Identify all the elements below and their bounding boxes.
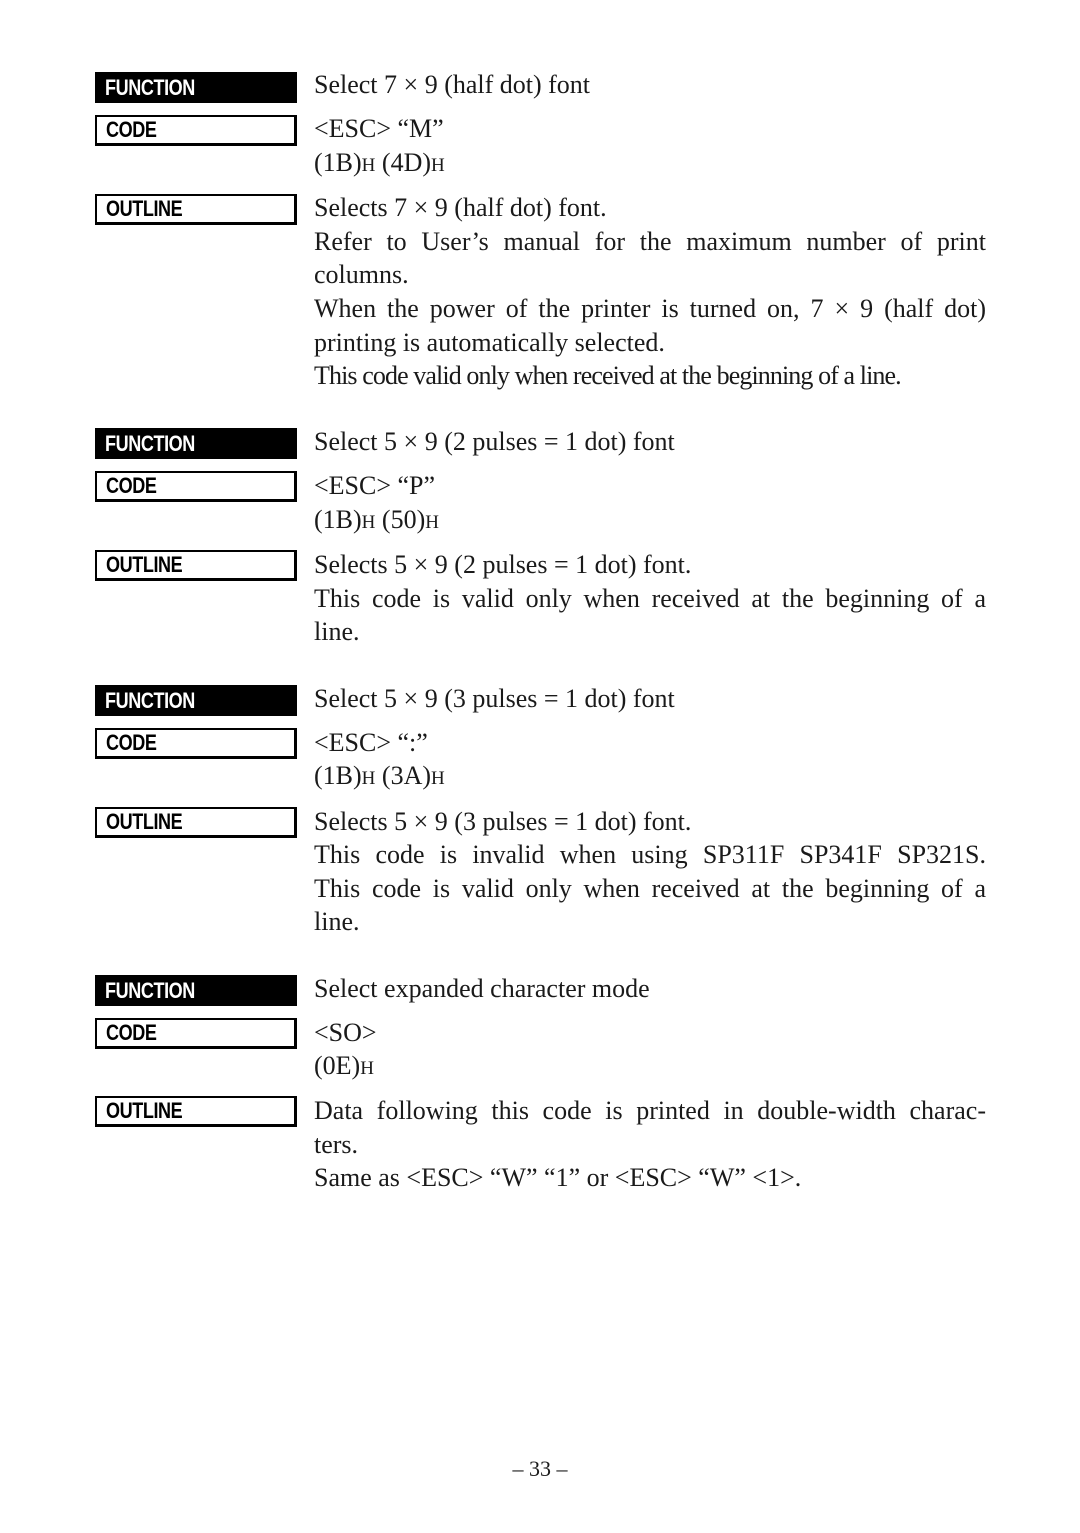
function-label: FUNCTION [95,428,297,459]
code-label: CODE [95,471,297,502]
code-value: <SO> [314,1018,377,1047]
code-label: CODE [95,728,297,759]
outline-line: printing is automatically selected. [314,328,665,357]
outline-line: Same as <ESC> “W” “1” or <ESC> “W” <1>. [314,1163,802,1192]
function-label: FUNCTION [95,975,297,1006]
outline-line: Selects 5 × 9 (3 pulses = 1 dot) font. [314,807,692,836]
function-description: Select 7 × 9 (half dot) font [314,70,591,99]
outline-label: OUTLINE [95,550,297,581]
outline-label: OUTLINE [95,807,297,838]
code-label: CODE [95,1018,297,1049]
outline-line: Selects 5 × 9 (2 pulses = 1 dot) font. [314,550,692,579]
code-label: CODE [95,115,297,146]
code-value: <ESC> “:” [314,728,428,757]
hex-value: (0E)H [314,1051,374,1080]
outline-line: columns. [314,260,409,289]
outline-line: Data following this code is printed in d… [314,1096,986,1125]
outline-label: OUTLINE [95,1096,297,1127]
outline-line: line. [314,907,360,936]
outline-line: This code valid only when received at th… [314,361,902,390]
hex-value: (1B)H (3A)H [314,761,445,790]
code-value: <ESC> “M” [314,114,444,143]
outline-line: Selects 7 × 9 (half dot) font. [314,193,607,222]
function-description: Select expanded character mode [314,974,650,1003]
function-description: Select 5 × 9 (2 pulses = 1 dot) font [314,427,675,456]
code-value: <ESC> “P” [314,471,436,500]
outline-label: OUTLINE [95,194,297,225]
outline-line: ters. [314,1130,359,1159]
hex-value: (1B)H (4D)H [314,148,445,177]
outline-line: This code is valid only when received at… [314,874,986,903]
hex-value: (1B)H (50)H [314,505,439,534]
outline-line: This code is invalid when using SP311F S… [314,840,986,869]
page-number: – 33 – [512,1456,568,1481]
function-label: FUNCTION [95,685,297,716]
outline-line: This code is valid only when received at… [314,584,986,613]
outline-line: line. [314,617,360,646]
function-description: Select 5 × 9 (3 pulses = 1 dot) font [314,684,675,713]
outline-line: Refer to User’s manual for the maximum n… [314,227,986,256]
function-label: FUNCTION [95,72,297,103]
outline-line: When the power of the printer is turned … [314,294,986,323]
